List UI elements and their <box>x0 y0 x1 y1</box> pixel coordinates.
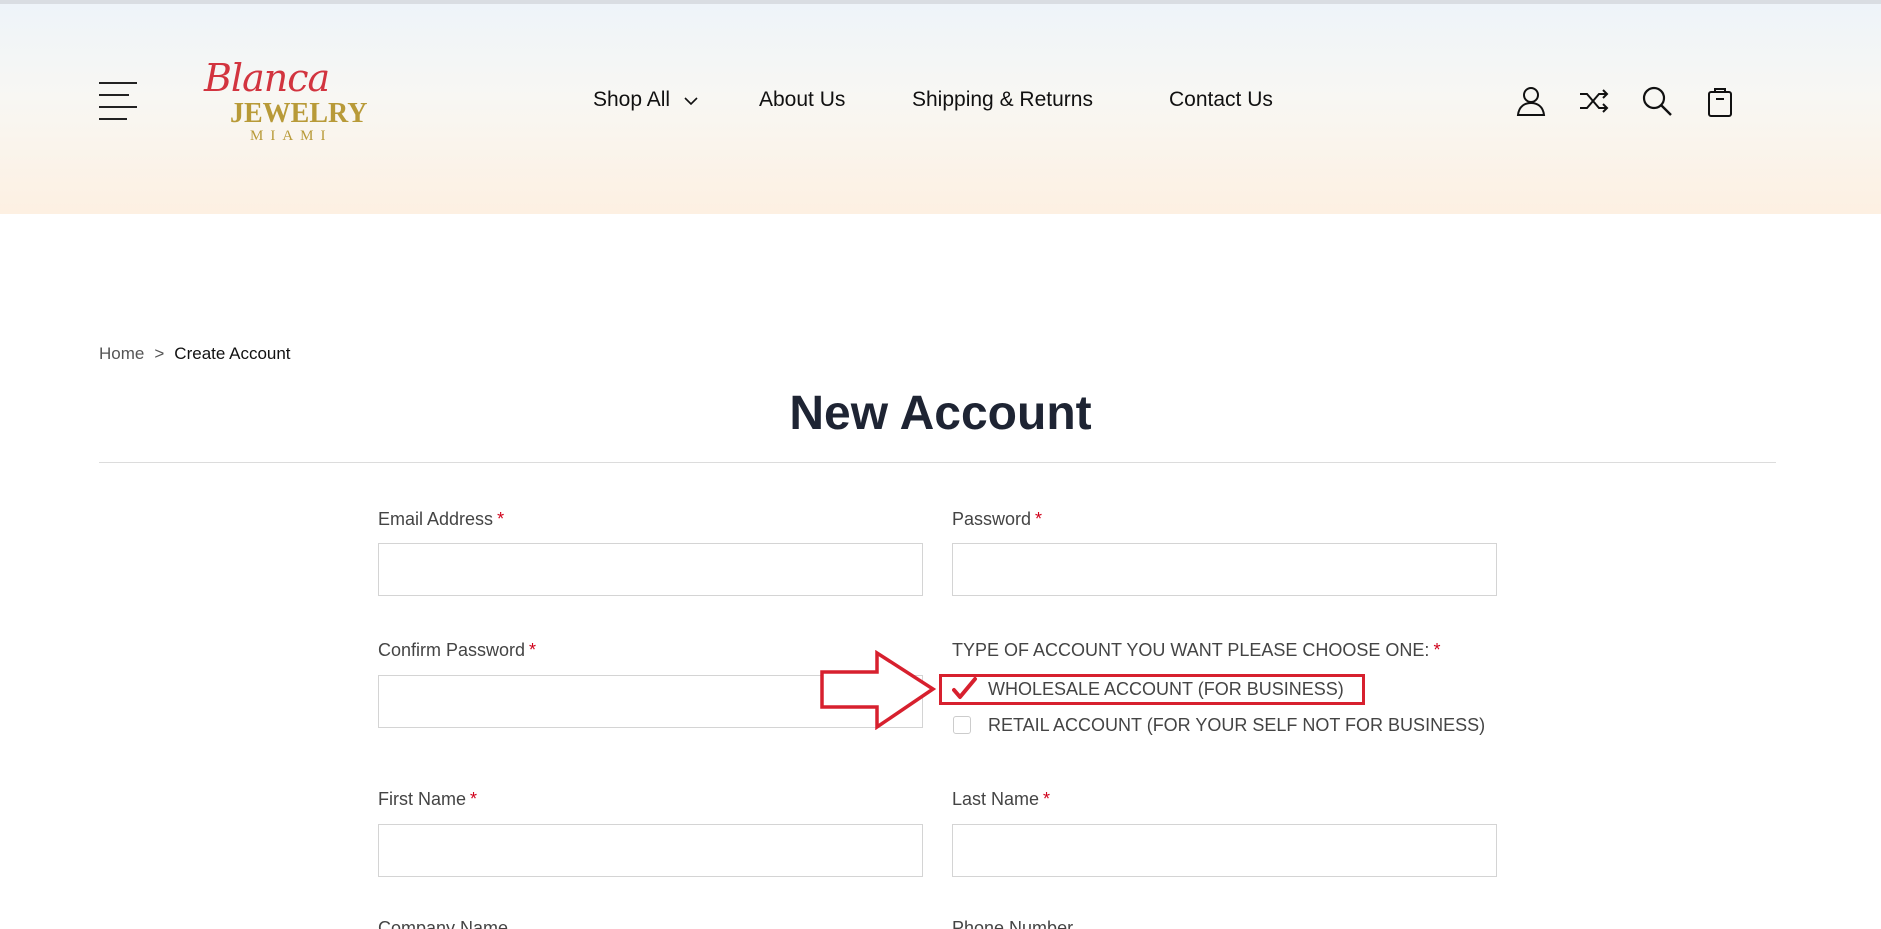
annotation-arrow-icon <box>820 650 937 730</box>
breadcrumb-current: Create Account <box>174 344 291 363</box>
first-name-field[interactable] <box>378 824 923 877</box>
site-header: Blanca JEWELRY MIAMI Shop All About Us S… <box>0 0 1881 214</box>
nav-contact-us[interactable]: Contact Us <box>1169 88 1273 112</box>
last-name-input[interactable] <box>953 825 1496 876</box>
logo-brand: JEWELRY <box>230 98 368 129</box>
nav-about-us[interactable]: About Us <box>759 88 845 112</box>
password-input[interactable] <box>953 544 1496 595</box>
last-name-label: Last Name * <box>952 789 1051 809</box>
shopping-bag-icon[interactable] <box>1703 84 1737 118</box>
title-divider <box>99 462 1776 463</box>
phone-number-label: Phone Number <box>952 918 1074 929</box>
email-field[interactable] <box>378 543 923 596</box>
menu-icon[interactable] <box>99 82 139 122</box>
chevron-down-icon <box>684 88 698 112</box>
retail-option-label[interactable]: RETAIL ACCOUNT (FOR YOUR SELF NOT FOR BU… <box>988 715 1485 736</box>
nav-shop-all[interactable]: Shop All <box>593 88 698 112</box>
logo-script: Blanca <box>204 56 330 100</box>
confirm-password-label: Confirm Password * <box>378 640 537 660</box>
account-type-label: TYPE OF ACCOUNT YOU WANT PLEASE CHOOSE O… <box>952 640 1441 660</box>
page-title: New Account <box>789 387 1092 440</box>
email-input[interactable] <box>379 544 922 595</box>
email-label: Email Address * <box>378 509 505 529</box>
nav-shop-all-label: Shop All <box>593 88 671 111</box>
nav-shipping-returns[interactable]: Shipping & Returns <box>912 88 1093 112</box>
account-icon[interactable] <box>1514 84 1548 118</box>
breadcrumb: Home > Create Account <box>99 344 291 364</box>
company-name-label: Company Name <box>378 918 509 929</box>
highlight-box <box>939 674 1365 705</box>
search-icon[interactable] <box>1640 84 1674 118</box>
last-name-field[interactable] <box>952 824 1497 877</box>
first-name-label: First Name * <box>378 789 478 809</box>
logo-sub: MIAMI <box>250 128 333 144</box>
logo[interactable]: Blanca JEWELRY MIAMI <box>200 56 368 148</box>
retail-checkbox[interactable] <box>953 716 971 734</box>
password-field[interactable] <box>952 543 1497 596</box>
first-name-input[interactable] <box>379 825 922 876</box>
password-label: Password * <box>952 509 1043 529</box>
breadcrumb-separator: > <box>154 344 165 363</box>
shuffle-icon[interactable] <box>1577 84 1611 118</box>
breadcrumb-home[interactable]: Home <box>99 344 144 363</box>
